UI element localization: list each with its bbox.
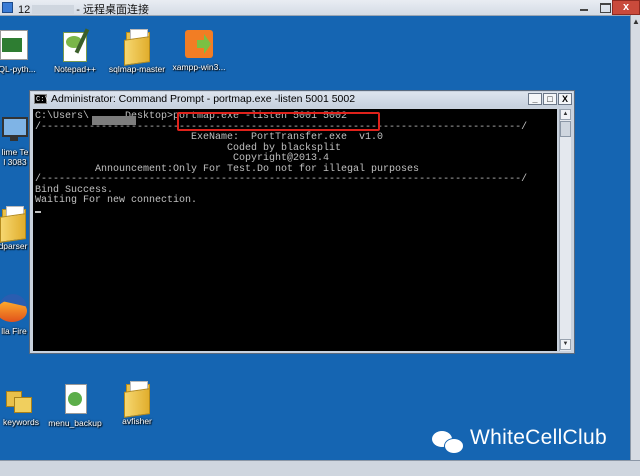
desktop-icon-label: xampp-win3... (172, 62, 226, 72)
title-suffix: - 远程桌面连接 (76, 4, 149, 16)
xampp-icon (183, 28, 215, 60)
monitor-icon (0, 115, 30, 145)
command-highlight-box (177, 112, 380, 131)
console-icon: C:\ (34, 94, 49, 104)
remote-desktop-icon (2, 2, 13, 13)
redacted-username (92, 116, 136, 125)
banner-line: Coded by blacksplit (35, 142, 342, 154)
text-cursor (35, 210, 41, 213)
console-output[interactable]: C:\Users\ Desktop>portmap.exe -listen 500… (33, 109, 557, 351)
scroll-up-arrow-icon[interactable]: ▲ (632, 17, 640, 27)
remote-desktop-title: 12 - 远程桌面连接 (18, 1, 149, 17)
scroll-up-arrow-icon[interactable]: ▲ (560, 109, 571, 120)
folder-icon (122, 28, 152, 66)
banner-line: Announcement:Only For Test.Do not for il… (35, 163, 420, 175)
close-button[interactable]: X (558, 93, 572, 105)
watermark-text: WhiteCellClub (470, 426, 607, 449)
folder-icon (4, 385, 38, 415)
prompt-prefix: C:\Users\ (35, 111, 90, 122)
firefox-icon (0, 292, 29, 324)
remote-desktop-titlebar: 12 - 远程桌面连接 x (0, 0, 640, 16)
folder-icon (0, 205, 28, 243)
command-prompt-titlebar[interactable]: C:\ Administrator: Command Prompt - port… (31, 92, 573, 107)
maximize-button[interactable]: □ (543, 93, 557, 105)
minimize-button[interactable]: _ (528, 93, 542, 105)
desktop-icon-label: avfisher (122, 416, 152, 426)
python-sql-icon (0, 28, 32, 62)
output-line: Waiting For new connection. (35, 195, 198, 206)
desktop-bottom-scrollbar[interactable] (0, 460, 640, 476)
window-title: Administrator: Command Prompt - portmap.… (51, 93, 356, 105)
desktop-right-scrollbar[interactable]: ▲ (630, 15, 640, 460)
banner-line: Copyright@2013.4 (35, 153, 330, 164)
wechat-icon (432, 429, 464, 455)
output-line: Bind Success. (35, 184, 114, 196)
rdp-close-button[interactable]: x (612, 0, 640, 15)
desktop-icon-avfisher[interactable]: avfisher (100, 380, 174, 426)
separator-line: /---------------------------------------… (35, 174, 528, 185)
menu-backup-icon (60, 382, 90, 416)
redacted-address (32, 5, 75, 14)
scroll-down-arrow-icon[interactable]: ▼ (560, 339, 571, 350)
folder-icon (122, 380, 152, 418)
title-prefix: 12 (18, 4, 31, 16)
console-scrollbar[interactable]: ▲ ▼ (559, 109, 571, 351)
scroll-thumb[interactable] (560, 121, 571, 137)
banner-line: ExeName: PortTransfer.exe v1.0 (35, 132, 384, 143)
notepad-plus-plus-icon (60, 28, 90, 62)
desktop-icon-xampp[interactable]: xampp-win3... (162, 28, 236, 72)
